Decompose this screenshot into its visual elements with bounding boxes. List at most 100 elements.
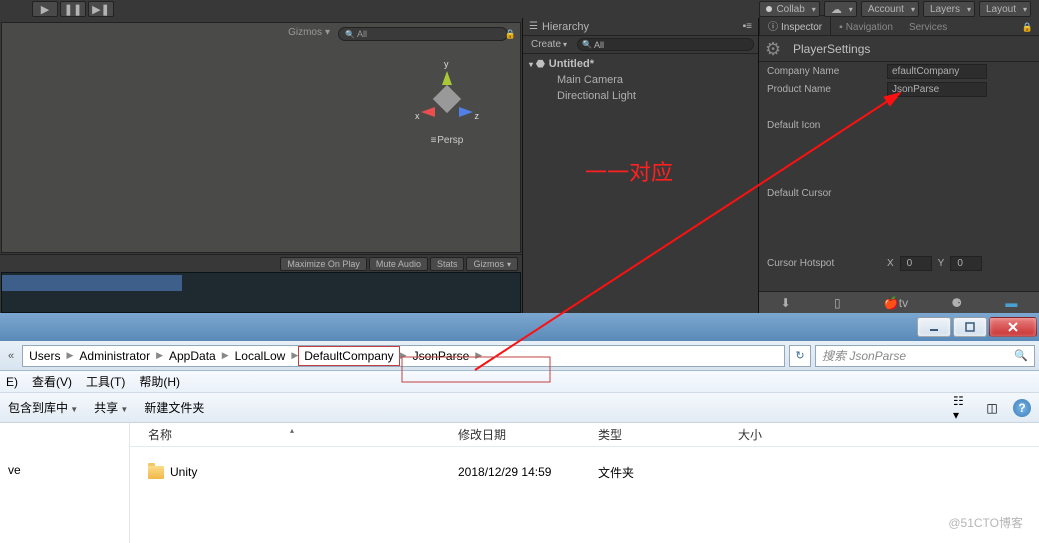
menu-view[interactable]: 查看(V) [32,373,72,390]
unity-top-bar: ▶ ❚❚ ▶❚ Collab ☁ Account Layers Layout [0,0,1039,18]
view-options-icon[interactable]: ☷ ▾ [953,399,971,417]
minimize-button[interactable] [917,317,951,337]
help-icon[interactable]: ? [1013,399,1031,417]
product-name-label: Product Name [767,84,887,95]
hierarchy-tab[interactable]: ☰ Hierarchy ▪≡ [523,18,758,36]
inspector-lock-icon[interactable]: 🔒 [1016,20,1039,35]
crumb-administrator[interactable]: Administrator [73,346,156,366]
download-icon[interactable]: ⬇ [781,296,791,310]
close-button[interactable] [989,317,1037,337]
phone-icon[interactable]: ▯ [834,296,841,310]
hierarchy-item[interactable]: Main Camera [523,72,758,88]
pause-button[interactable]: ❚❚ [60,1,86,17]
scene-root[interactable]: ⬣Untitled* [523,56,758,72]
preview-pane-icon[interactable]: ◫ [983,399,1001,417]
lock-icon[interactable]: 🔒 [505,29,516,40]
crumb-users[interactable]: Users [23,346,66,366]
cursor-hotspot-row: Cursor Hotspot X0 Y0 [759,254,1039,272]
android-icon[interactable]: ⚈ [951,296,962,310]
default-icon-label: Default Icon [767,120,887,131]
create-dropdown[interactable]: Create [527,38,571,51]
crumb-locallow[interactable]: LocalLow [229,346,292,366]
stats-button[interactable]: Stats [430,257,465,271]
hierarchy-icon: ☰ [529,21,538,32]
watermark: @51CTO博客 [948,514,1023,531]
cursor-hotspot-label: Cursor Hotspot [767,258,887,269]
crumb-jsonparse[interactable]: JsonParse [407,346,476,366]
col-size[interactable]: 大小 [730,426,830,443]
scene-search[interactable]: All [338,27,508,41]
scene-column: Gizmos All 🔒 y x z ≡ Persp Maximize On P… [0,18,522,313]
account-dropdown[interactable]: Account [861,1,919,17]
col-type[interactable]: 类型 [590,426,730,443]
default-cursor-row: Default Cursor [759,184,1039,202]
company-name-field[interactable]: efaultCompany [887,64,987,79]
explorer-titlebar[interactable] [0,313,1039,341]
maximize-button[interactable] [953,317,987,337]
game-view-toolbar: Maximize On Play Mute Audio Stats Gizmos [0,254,522,272]
company-name-row: Company Name efaultCompany [759,62,1039,80]
include-in-library[interactable]: 包含到库中 [8,399,78,416]
hierarchy-item[interactable]: Directional Light [523,88,758,104]
crumb-defaultcompany[interactable]: DefaultCompany [298,346,399,366]
tab-navigation[interactable]: ▪Navigation [831,20,901,35]
file-name: Unity [170,465,197,479]
menu-tools[interactable]: 工具(T) [86,373,125,390]
menu-edit[interactable]: E) [6,375,18,389]
explorer-menu: E) 查看(V) 工具(T) 帮助(H) [0,371,1039,393]
folder-icon [148,466,164,479]
file-date: 2018/12/29 14:59 [450,465,590,479]
sidebar-item[interactable]: ve [8,463,121,477]
inspector-tabs: ⓘInspector ▪Navigation Services 🔒 [759,18,1039,36]
product-name-field[interactable]: JsonParse [887,82,987,97]
monitor-icon[interactable]: ▬ [1005,296,1017,310]
projection-label[interactable]: ≡ Persp [412,135,482,146]
file-row[interactable]: Unity 2018/12/29 14:59 文件夹 [130,461,1039,483]
explorer-sidebar: ve [0,423,130,543]
scene-viewport[interactable]: Gizmos All 🔒 y x z ≡ Persp [1,22,521,253]
address-bar-row: « Users▶ Administrator▶ AppData▶ LocalLo… [0,341,1039,371]
new-folder-button[interactable]: 新建文件夹 [144,399,204,416]
col-name[interactable]: 名称▴ [130,426,450,443]
default-icon-row: Default Icon [759,116,1039,134]
company-name-label: Company Name [767,66,887,77]
game-view[interactable] [1,272,521,313]
column-headers: 名称▴ 修改日期 类型 大小 [130,423,1039,447]
refresh-button[interactable]: ↻ [789,345,811,367]
breadcrumb[interactable]: Users▶ Administrator▶ AppData▶ LocalLow▶… [22,345,785,367]
share-button[interactable]: 共享 [94,399,128,416]
default-cursor-label: Default Cursor [767,188,887,199]
hierarchy-search[interactable]: All [577,38,754,51]
annotation-text: 一一对应 [585,155,673,187]
hotspot-x-field[interactable]: 0 [900,256,932,271]
step-button[interactable]: ▶❚ [88,1,114,17]
gizmos-dropdown[interactable]: Gizmos [288,27,330,38]
play-controls: ▶ ❚❚ ▶❚ [32,1,114,17]
layout-dropdown[interactable]: Layout [979,1,1031,17]
layers-dropdown[interactable]: Layers [923,1,975,17]
collab-dropdown[interactable]: Collab [759,1,819,17]
gear-icon: ⚙ [765,39,785,59]
axis-y-label: y [444,59,449,69]
cloud-button[interactable]: ☁ [824,1,857,17]
tab-inspector[interactable]: ⓘInspector [759,15,831,35]
explorer-search[interactable]: 搜索 JsonParse [815,345,1035,367]
axis-z-label: z [475,111,480,121]
file-area: ve 名称▴ 修改日期 类型 大小 Unity 2018/12/29 14:59… [0,423,1039,543]
appletv-icon[interactable]: 🍎tv [884,296,908,310]
axis-gizmo[interactable]: y x z ≡ Persp [412,73,482,158]
col-date[interactable]: 修改日期 [450,426,590,443]
mute-audio[interactable]: Mute Audio [369,257,428,271]
crumb-appdata[interactable]: AppData [163,346,222,366]
file-list: 名称▴ 修改日期 类型 大小 Unity 2018/12/29 14:59 文件… [130,423,1039,543]
inspector-title: PlayerSettings [793,42,870,56]
hotspot-y-field[interactable]: 0 [950,256,982,271]
tab-services[interactable]: Services [901,20,955,35]
nav-chevron-icon[interactable]: « [4,350,18,362]
maximize-on-play[interactable]: Maximize On Play [280,257,367,271]
menu-help[interactable]: 帮助(H) [139,373,180,390]
unity-editor: ▶ ❚❚ ▶❚ Collab ☁ Account Layers Layout G… [0,0,1039,313]
play-button[interactable]: ▶ [32,1,58,17]
panel-menu-icon[interactable]: ▪≡ [743,21,752,32]
gizmos-dropdown-game[interactable]: Gizmos [466,257,518,271]
